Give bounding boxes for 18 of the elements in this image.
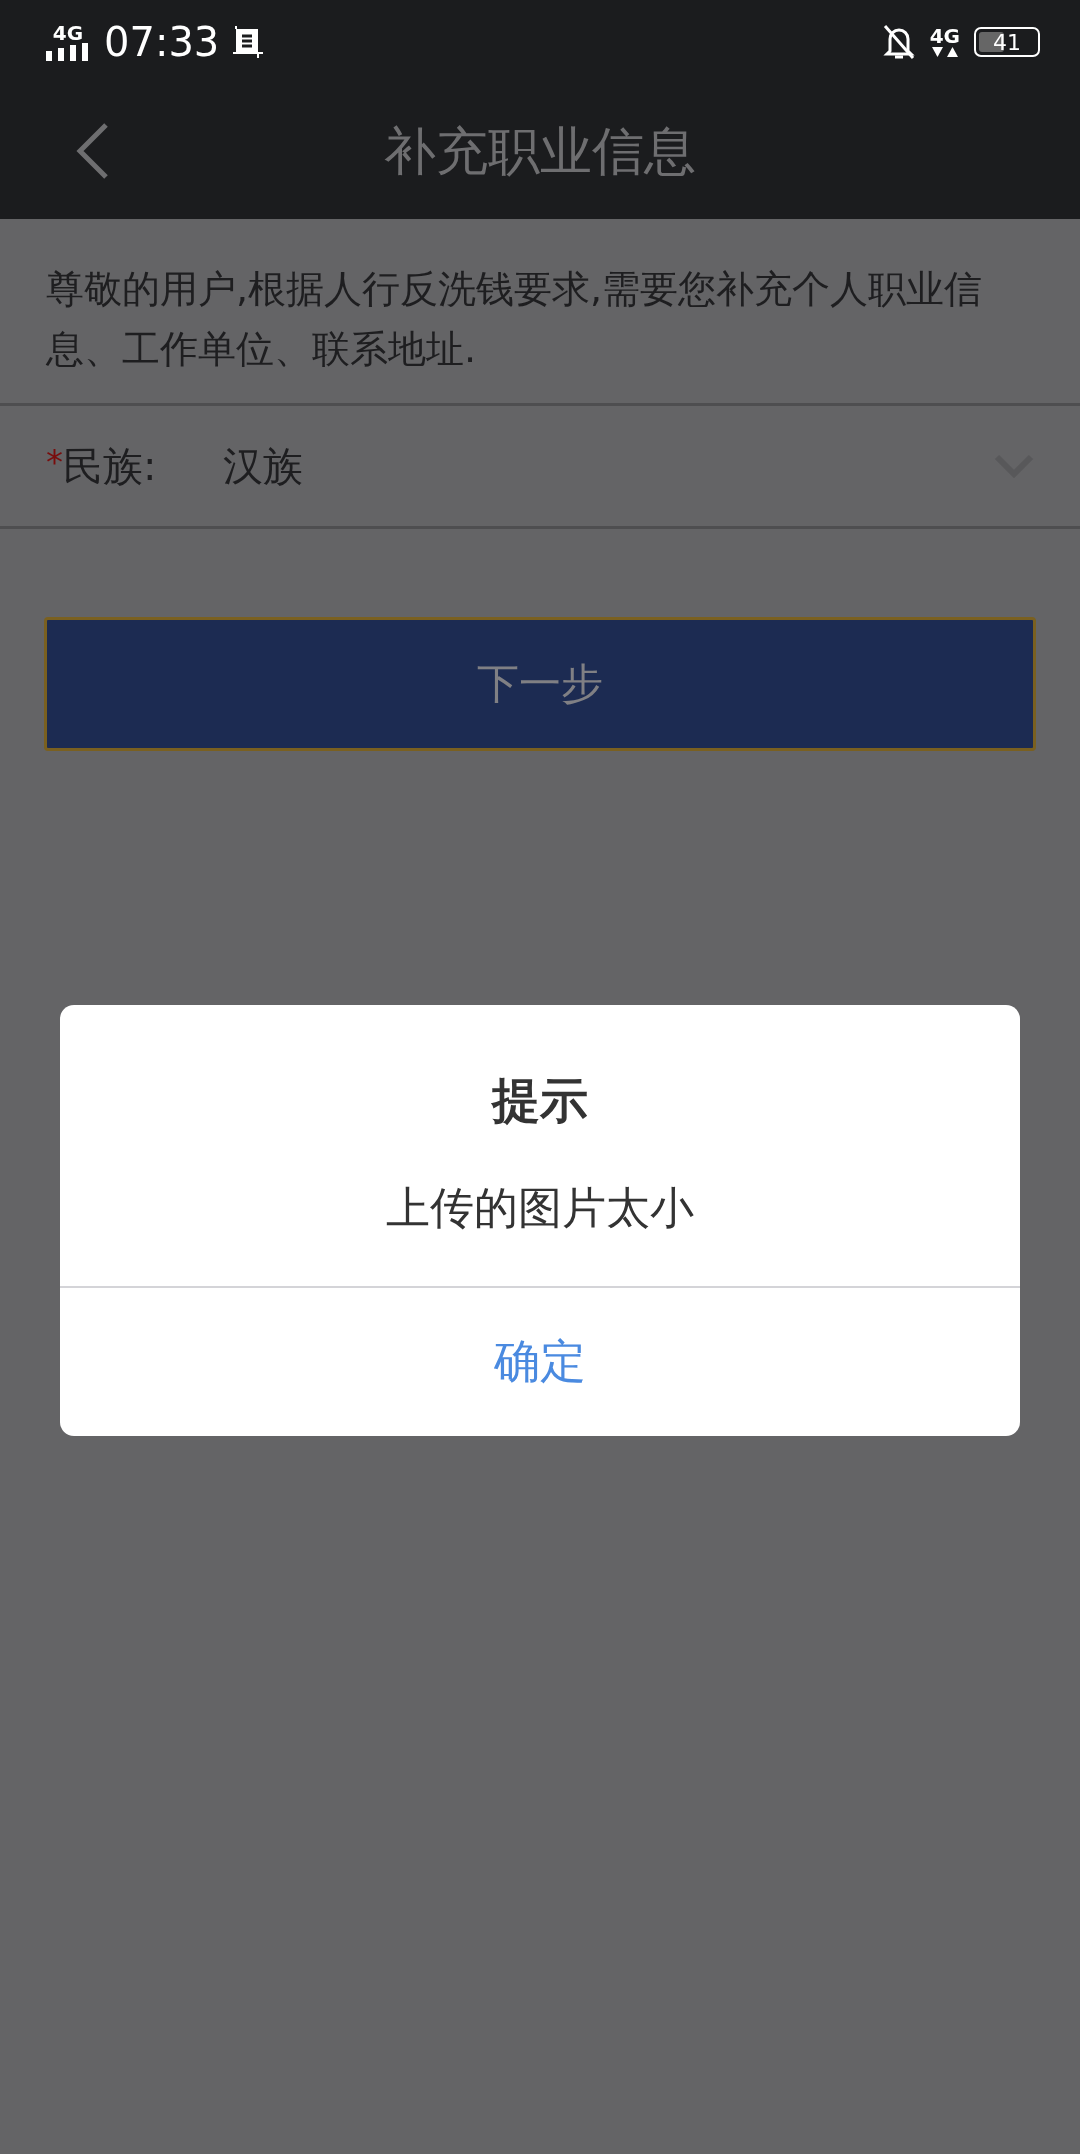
dialog-title: 提示	[492, 1071, 588, 1130]
confirm-button[interactable]: 确定	[60, 1286, 1020, 1436]
required-mark: *	[46, 442, 63, 482]
data-arrows-icon	[930, 46, 959, 58]
ethnicity-dropdown[interactable]: *民族: 汉族	[0, 406, 1080, 529]
dialog-message: 上传的图片太小	[386, 1181, 694, 1235]
next-step-button[interactable]: 下一步	[44, 617, 1036, 751]
signal-icon	[46, 43, 90, 61]
clock: 07:33	[104, 19, 220, 65]
notice-text: 尊敬的用户,根据人行反洗钱要求,需要您补充个人职业信息、工作单位、联系地址.	[0, 219, 1080, 406]
back-icon[interactable]	[76, 122, 110, 180]
page-title: 补充职业信息	[384, 119, 696, 183]
bell-off-icon	[881, 23, 916, 61]
network-label: 4G	[52, 23, 84, 43]
network-label: 4G	[929, 26, 960, 46]
field-value: 汉族	[223, 441, 304, 491]
field-label: 民族:	[63, 441, 158, 491]
battery-indicator: 41	[974, 27, 1040, 57]
